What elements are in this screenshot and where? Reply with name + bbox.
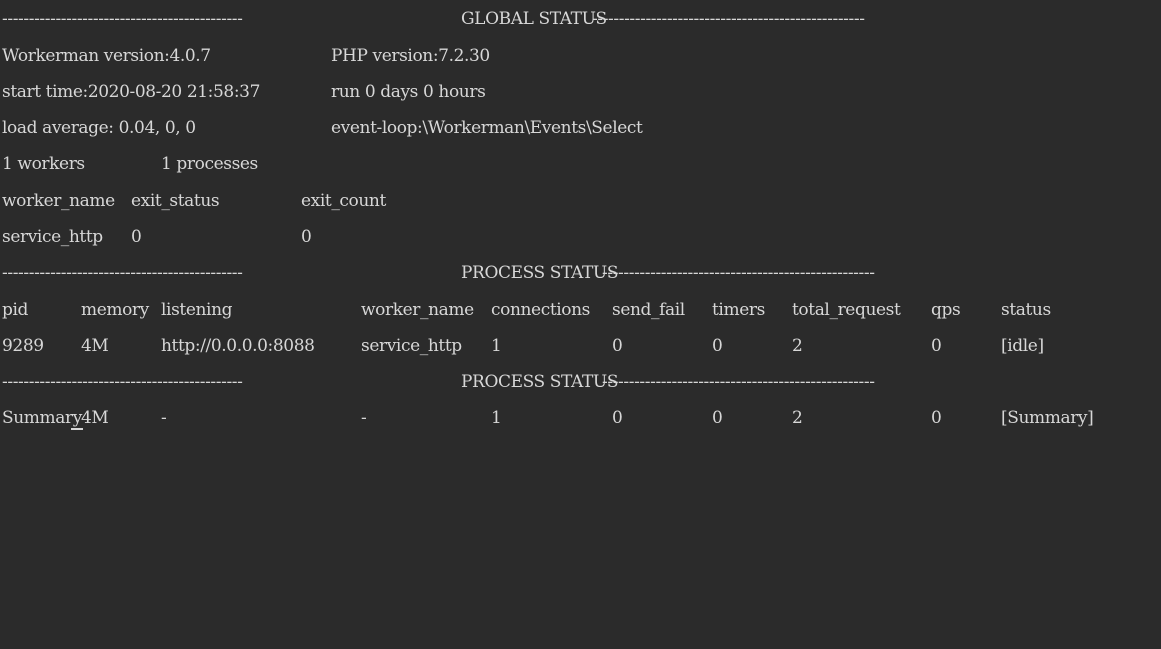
rule-dashes-left: ----------------------------------------… xyxy=(2,372,243,392)
cell-exit-status: 0 xyxy=(131,227,142,247)
workers-count: 1 workers xyxy=(2,154,85,174)
version-line: Workerman version:4.0.7 PHP version:7.2.… xyxy=(2,45,490,67)
summary-label: Summary xyxy=(2,408,82,428)
process-status-title: PROCESS STATUS xyxy=(461,263,619,283)
process-status-title: PROCESS STATUS xyxy=(461,372,619,392)
global-status-rule: ----------------------------------------… xyxy=(2,8,1112,30)
process-table-header: pid memory listening worker_name connect… xyxy=(2,299,1051,321)
php-version: PHP version:7.2.30 xyxy=(331,46,490,66)
summary-connections: 1 xyxy=(491,408,502,428)
process-status-summary-rule: ----------------------------------------… xyxy=(2,371,1112,393)
cell-connections: 1 xyxy=(491,336,502,356)
header-send-fail: send_fail xyxy=(612,300,685,320)
cell-qps: 0 xyxy=(931,336,942,356)
cell-worker-name: service_http xyxy=(2,227,103,247)
cell-send-fail: 0 xyxy=(612,336,623,356)
header-pid: pid xyxy=(2,300,29,320)
summary-timers: 0 xyxy=(712,408,723,428)
workers-line: 1 workers 1 processes xyxy=(2,153,258,175)
workerman-version: Workerman version:4.0.7 xyxy=(2,46,211,66)
processes-count: 1 processes xyxy=(161,154,258,174)
header-status: status xyxy=(1001,300,1051,320)
cell-timers: 0 xyxy=(712,336,723,356)
header-listening: listening xyxy=(161,300,233,320)
text-cursor xyxy=(71,428,83,430)
global-status-title: GLOBAL STATUS xyxy=(461,9,607,29)
summary-send-fail: 0 xyxy=(612,408,623,428)
header-timers: timers xyxy=(712,300,765,320)
cell-status: [idle] xyxy=(1001,336,1044,356)
summary-listening: - xyxy=(161,408,167,428)
rule-dashes-right: ----------------------------------------… xyxy=(592,9,865,29)
run-time: run 0 days 0 hours xyxy=(331,82,486,102)
header-total-request: total_request xyxy=(792,300,901,320)
load-line: load average: 0.04, 0, 0 event-loop:\Wor… xyxy=(2,117,643,139)
cell-exit-count: 0 xyxy=(301,227,312,247)
summary-row: Summary 4M - - 1 0 0 2 0 [Summary] xyxy=(2,407,1094,429)
event-loop: event-loop:\Workerman\Events\Select xyxy=(331,118,643,138)
header-worker-name: worker_name xyxy=(361,300,474,320)
table-row: 9289 4M http://0.0.0.0:8088 service_http… xyxy=(2,335,1044,357)
cell-total-request: 2 xyxy=(792,336,803,356)
cell-worker-name: service_http xyxy=(361,336,462,356)
summary-qps: 0 xyxy=(931,408,942,428)
summary-memory: 4M xyxy=(81,408,109,428)
cell-listening: http://0.0.0.0:8088 xyxy=(161,336,315,356)
header-exit-count: exit_count xyxy=(301,191,386,211)
load-average: load average: 0.04, 0, 0 xyxy=(2,118,196,138)
rule-dashes-left: ----------------------------------------… xyxy=(2,263,243,283)
cell-memory: 4M xyxy=(81,336,109,356)
cell-pid: 9289 xyxy=(2,336,44,356)
header-qps: qps xyxy=(931,300,961,320)
table-row: service_http 0 0 xyxy=(2,226,312,248)
process-status-rule: ----------------------------------------… xyxy=(2,262,1112,284)
rule-dashes-left: ----------------------------------------… xyxy=(2,9,243,29)
start-time: start time:2020-08-20 21:58:37 xyxy=(2,82,260,102)
header-connections: connections xyxy=(491,300,591,320)
terminal-window: { "global_status": { "title": "GLOBAL ST… xyxy=(0,0,1161,432)
header-exit-status: exit_status xyxy=(131,191,220,211)
header-memory: memory xyxy=(81,300,149,320)
rule-dashes-right: ----------------------------------------… xyxy=(602,372,875,392)
summary-status: [Summary] xyxy=(1001,408,1094,428)
header-worker-name: worker_name xyxy=(2,191,115,211)
worker-table-header: worker_name exit_status exit_count xyxy=(2,190,386,212)
time-line: start time:2020-08-20 21:58:37 run 0 day… xyxy=(2,81,486,103)
summary-worker-name: - xyxy=(361,408,367,428)
summary-total-request: 2 xyxy=(792,408,803,428)
rule-dashes-right: ----------------------------------------… xyxy=(602,263,875,283)
